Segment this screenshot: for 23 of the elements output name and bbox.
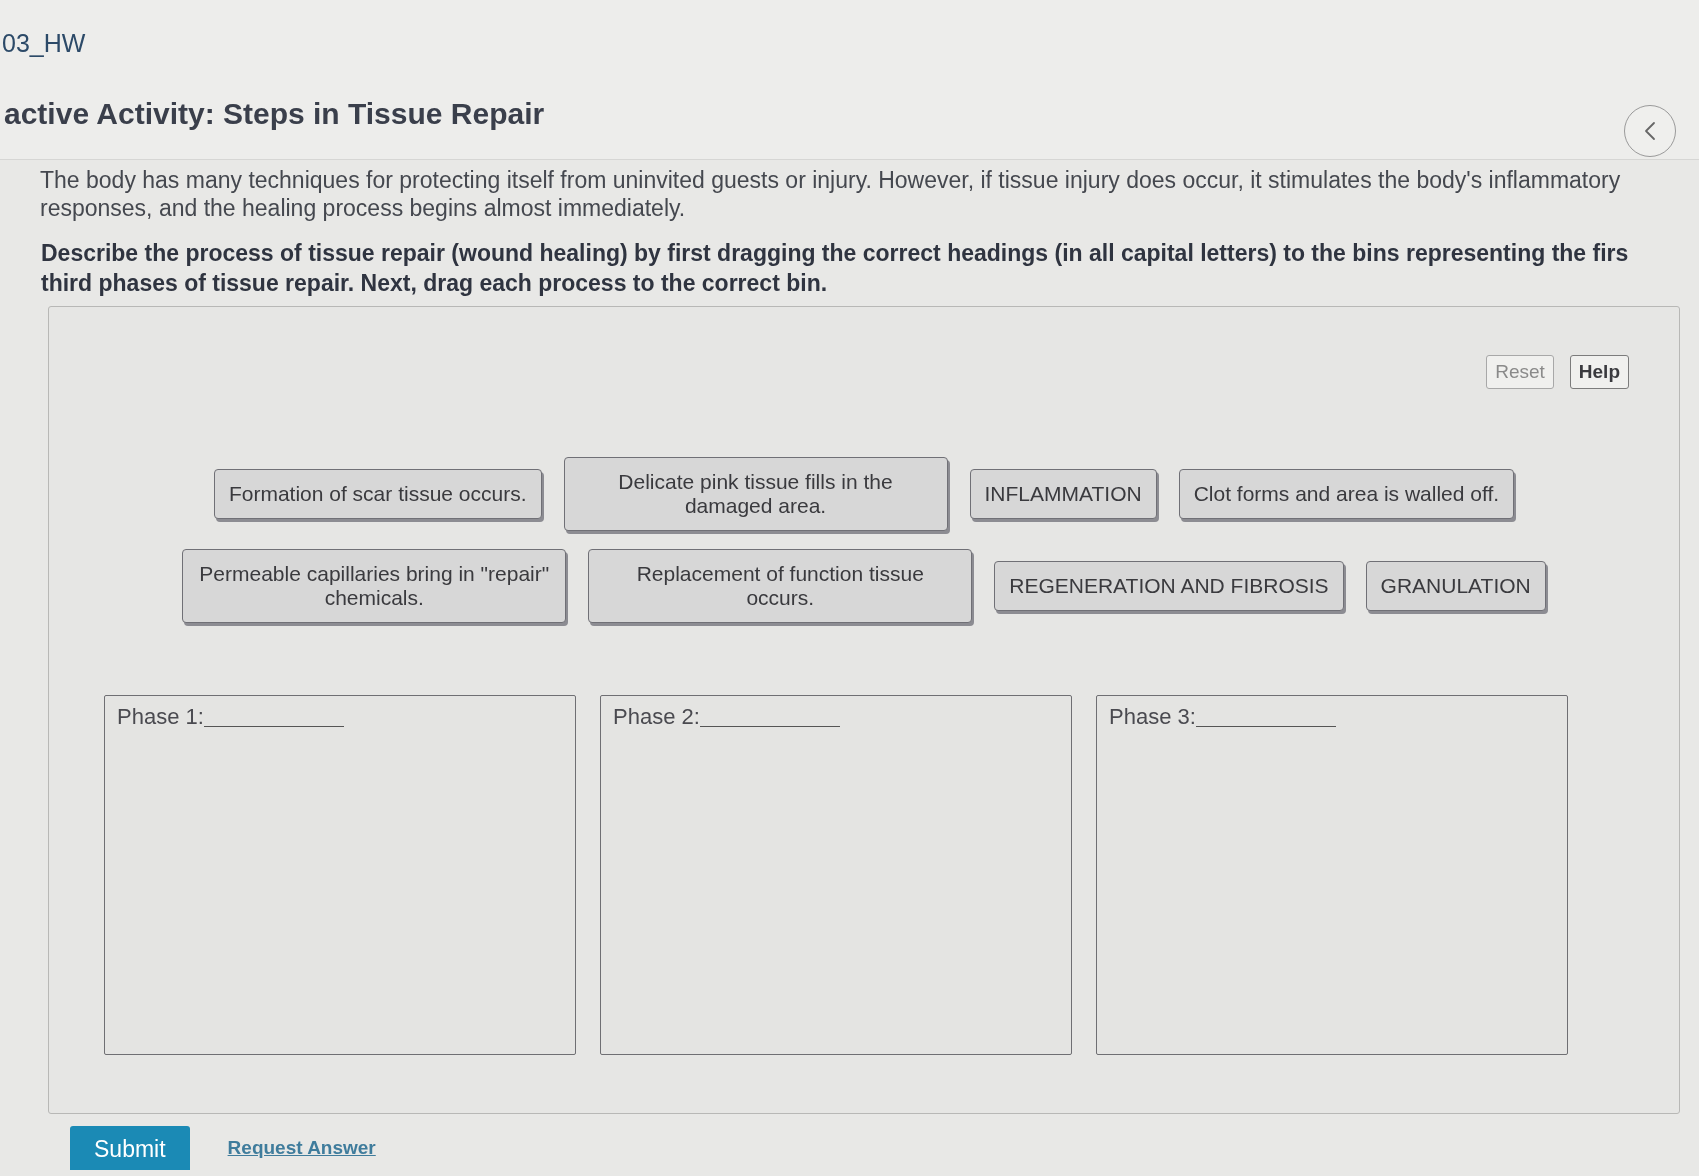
toolbar-button[interactable]: Help (1569, 355, 1629, 389)
drop-bin[interactable]: Phase 3: (1096, 695, 1568, 1055)
bin-label: Phase 3: (1109, 704, 1196, 730)
drag-tile[interactable]: Delicate pink tissue fills in the damaged area. (563, 457, 948, 531)
bin-label: Phase 2: (613, 704, 700, 730)
drag-tile[interactable]: Formation of scar tissue occurs. (213, 469, 542, 519)
request-answer-link[interactable]: Request Answer (227, 1137, 376, 1159)
intro-text: The body has many techniques for protecting itself from uninvited guests or injury. However, if tissue injury does occur, it stimulates the body's inflammatory responses, and the healing process begins almost immediately. (40, 166, 1621, 222)
drag-tile[interactable]: Clot forms and area is walled off. (1178, 469, 1515, 519)
chevron-left-icon (1644, 121, 1656, 141)
drag-tile[interactable]: REGENERATION AND FIBROSIS (994, 561, 1344, 611)
drag-tile[interactable]: Permeable capillaries bring in "repair" chemicals. (182, 549, 567, 623)
assignment-title: 03_HW (1, 28, 86, 58)
bin-label: Phase 1: (117, 704, 204, 730)
submit-button[interactable]: Submit (70, 1126, 190, 1170)
drag-tile[interactable]: Replacement of function tissue occurs. (588, 549, 973, 623)
activity-title: active Activity: Steps in Tissue Repair (4, 96, 545, 132)
nav-button[interactable] (1624, 105, 1676, 157)
instructions-text: Describe the process of tissue repair (wound healing) by first dragging the correct headings (in all capital letters) to the bins representing the firs third phases of tissue repair. Next, drag each process to the correct bin. (41, 239, 1629, 298)
drop-bin[interactable]: Phase 1: (104, 695, 576, 1055)
drop-bin[interactable]: Phase 2: (600, 695, 1072, 1055)
drag-tile[interactable]: GRANULATION (1365, 561, 1546, 611)
drag-tile[interactable]: INFLAMMATION (969, 469, 1157, 519)
